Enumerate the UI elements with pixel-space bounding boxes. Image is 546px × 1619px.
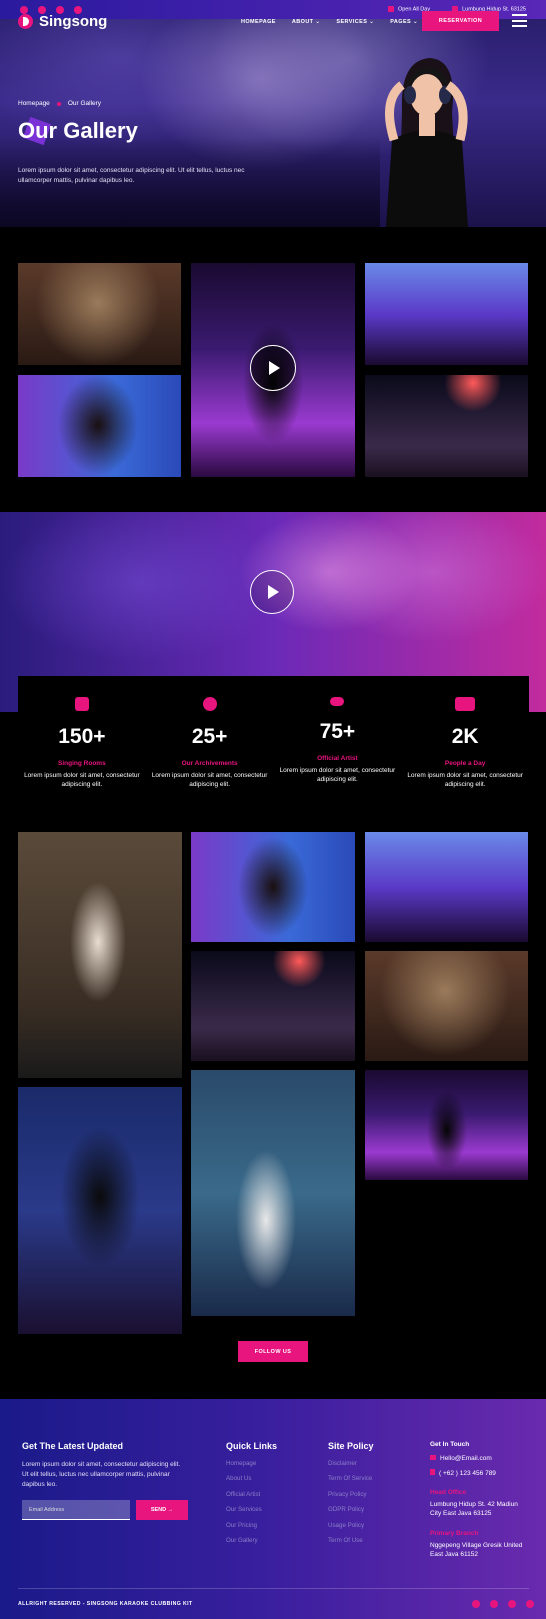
hero-description: Lorem ipsum dolor sit amet, consectetur …	[18, 167, 245, 184]
stat-people-a-day: 2K People a Day Lorem ipsum dolor sit am…	[401, 676, 529, 796]
gallery-photo-singer[interactable]	[18, 375, 181, 477]
calendar-icon	[387, 6, 394, 13]
youtube-icon[interactable]	[508, 1600, 516, 1608]
brand-logo[interactable]: Singsong	[18, 13, 107, 30]
gallery-photo-friends-2[interactable]	[365, 951, 528, 1061]
policy-link[interactable]: Disclaimer	[328, 1460, 374, 1467]
quick-link[interactable]: Homepage	[226, 1460, 277, 1467]
play-button-icon[interactable]	[250, 345, 296, 391]
quick-link[interactable]: Official Artist	[226, 1491, 277, 1498]
hamburger-menu-icon[interactable]	[512, 14, 527, 27]
copyright: ALLRIGHT RESERVED - SINGSONG KARAOKE CLU…	[18, 1601, 193, 1607]
policy-link[interactable]: GDPR Policy	[328, 1506, 374, 1513]
instagram-icon[interactable]	[526, 1600, 534, 1608]
gallery-photo-dj-stage[interactable]	[365, 1070, 528, 1180]
policy-link[interactable]: Term Of Service	[328, 1475, 374, 1482]
stat-achievements: 25+ Our Archivements Lorem ipsum dolor s…	[146, 676, 274, 796]
main-nav: HOMEPAGE ABOUT ⌄ SERVICES ⌄ PAGES ⌄	[241, 19, 418, 25]
gallery-photo-male-dj[interactable]	[18, 1087, 182, 1334]
nav-services[interactable]: SERVICES ⌄	[336, 19, 374, 25]
mail-icon	[430, 1455, 436, 1460]
stat-official-artist: 75+ Official Artist Lorem ipsum dolor si…	[274, 676, 402, 796]
facebook-icon[interactable]	[472, 1600, 480, 1608]
policy-link[interactable]: Privacy Policy	[328, 1491, 374, 1498]
nav-homepage[interactable]: HOMEPAGE	[241, 19, 276, 25]
gallery-photo-decks[interactable]	[365, 375, 528, 477]
newsletter-column: Get The Latest Updated Lorem ipsum dolor…	[22, 1441, 181, 1488]
contact-email[interactable]: Hello@Email.com	[430, 1455, 530, 1462]
email-input[interactable]	[22, 1500, 130, 1520]
breadcrumb-home[interactable]: Homepage	[18, 100, 50, 107]
quick-link[interactable]: About Us	[226, 1475, 277, 1482]
quick-links-column: Quick Links Homepage About Us Official A…	[226, 1441, 278, 1544]
page-title: Our Gallery	[18, 118, 138, 143]
footer-socials	[472, 1600, 534, 1608]
contact-phone[interactable]: ( +62 ) 123 456 789	[430, 1469, 530, 1477]
medal-icon	[202, 697, 217, 711]
gallery-photo-crowd-2[interactable]	[365, 832, 528, 942]
microphone-icon	[74, 697, 89, 711]
contact-column: Get In Touch Hello@Email.com ( +62 ) 123…	[430, 1441, 530, 1559]
gallery-photo-friends[interactable]	[18, 263, 181, 365]
policy-link[interactable]: Term Of Use	[328, 1537, 374, 1544]
breadcrumb: Homepage Our Gallery	[18, 100, 101, 107]
gallery-photo-decks-2[interactable]	[191, 951, 355, 1061]
breadcrumb-separator-icon	[56, 101, 61, 106]
gallery-photo-singer-2[interactable]	[191, 832, 355, 942]
send-button[interactable]: SEND →	[136, 1500, 188, 1520]
logo-icon	[18, 14, 33, 29]
gallery-photo-female-dj[interactable]	[18, 832, 182, 1078]
gallery-photo-vinyl-woman[interactable]	[191, 1070, 355, 1316]
hero-dj-image	[385, 58, 468, 227]
stat-singing-rooms: 150+ Singing Rooms Lorem ipsum dolor sit…	[18, 676, 146, 796]
nav-about[interactable]: ABOUT ⌄	[292, 19, 321, 25]
twitter-icon[interactable]	[490, 1600, 498, 1608]
band-play-button-icon[interactable]	[250, 570, 294, 614]
brand-name: Singsong	[39, 13, 108, 30]
breadcrumb-current: Our Gallery	[67, 100, 102, 107]
reservation-button[interactable]: RESERVATION	[422, 11, 499, 31]
mask-icon	[330, 697, 345, 706]
footer-divider	[18, 1588, 529, 1589]
quick-link[interactable]: Our Services	[226, 1506, 277, 1513]
quick-link[interactable]: Our Gallery	[226, 1537, 277, 1544]
stats-section: 150+ Singing Rooms Lorem ipsum dolor sit…	[18, 676, 529, 796]
quick-link[interactable]: Our Pricing	[226, 1522, 277, 1529]
nav-pages[interactable]: PAGES ⌄	[390, 19, 418, 25]
users-icon	[455, 697, 476, 711]
site-policy-column: Site Policy Disclaimer Term Of Service P…	[328, 1441, 374, 1544]
follow-us-button[interactable]: FOLLOW US	[238, 1341, 308, 1362]
policy-link[interactable]: Usage Policy	[328, 1522, 374, 1529]
phone-icon	[430, 1469, 435, 1475]
gallery-photo-crowd[interactable]	[365, 263, 528, 365]
